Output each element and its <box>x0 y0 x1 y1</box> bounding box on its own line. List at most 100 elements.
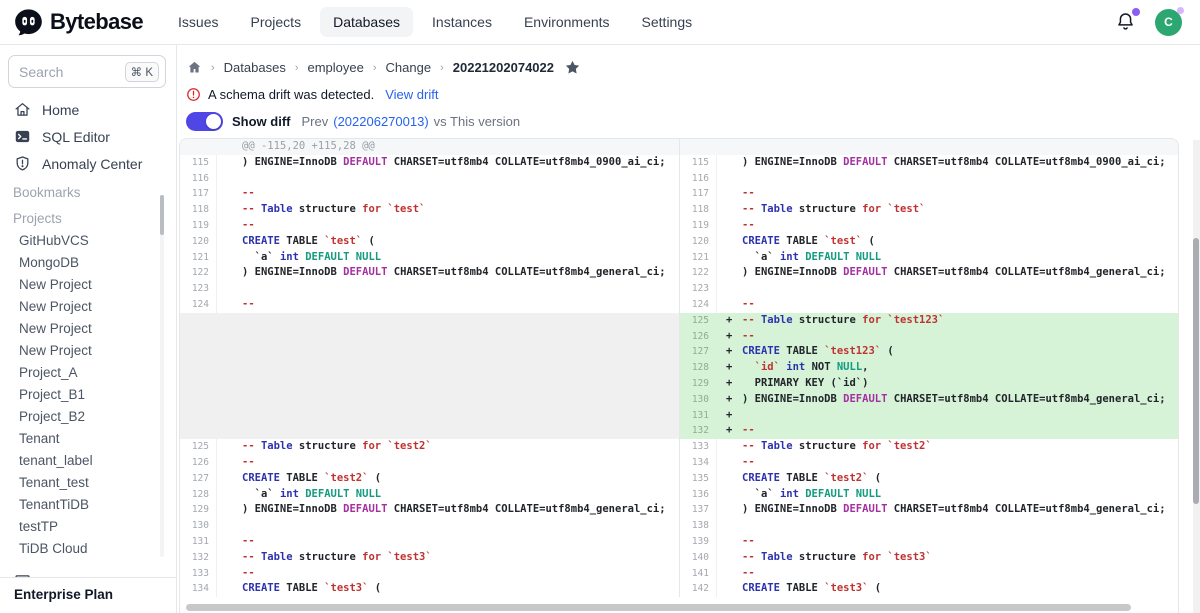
nav-item-settings[interactable]: Settings <box>629 7 706 37</box>
diff-row-ctx: 121 `a` int DEFAULT NULL <box>180 250 679 266</box>
diff-code-line <box>217 408 679 424</box>
sidebar-project-item[interactable]: testTP <box>0 515 176 537</box>
diff-toggle-row: Show diff Prev (202206270013) vs This ve… <box>177 109 1200 131</box>
sidebar-scrollbar-thumb[interactable] <box>160 195 164 235</box>
diff-row-ctx: 123 <box>180 281 679 297</box>
diff-code-line <box>717 139 1178 155</box>
diff-line-number: 134 <box>180 581 217 597</box>
diff-line-number: 134 <box>680 455 717 471</box>
show-diff-label: Show diff <box>232 114 291 129</box>
diff-row-ctx: 131-- <box>180 534 679 550</box>
diff-row-fill <box>180 392 679 408</box>
nav-item-issues[interactable]: Issues <box>165 7 231 37</box>
sidebar-project-item[interactable]: New Project <box>0 339 176 361</box>
diff-code-line: ) ENGINE=InnoDB DEFAULT CHARSET=utf8mb4 … <box>717 265 1178 281</box>
sidebar-item-sql-editor[interactable]: SQL Editor <box>0 123 176 150</box>
diff-code-line: `a` int DEFAULT NULL <box>217 250 679 266</box>
diff-code-line: -- <box>717 186 1178 202</box>
diff-row-add: 131+ <box>680 408 1178 424</box>
diff-line-number: 123 <box>680 281 717 297</box>
breadcrumb-employee[interactable]: employee <box>308 60 364 75</box>
show-diff-toggle[interactable] <box>186 112 223 131</box>
breadcrumb-change[interactable]: Change <box>386 60 432 75</box>
diff-row-ctx: 124-- <box>680 297 1178 313</box>
diff-row-ctx: 115) ENGINE=InnoDB DEFAULT CHARSET=utf8m… <box>180 155 679 171</box>
diff-line-number: 129 <box>180 502 217 518</box>
diff-code-line: -- Table structure for `test2` <box>717 439 1178 455</box>
prev-version-link[interactable]: (202206270013) <box>333 114 428 129</box>
bytebase-logo[interactable]: Bytebase <box>14 8 143 37</box>
sidebar-project-item[interactable]: tenant_label <box>0 449 176 471</box>
sidebar-project-item[interactable]: New Project <box>0 295 176 317</box>
diff-code-line: -- <box>217 534 679 550</box>
diff-added-marker: + <box>726 344 732 360</box>
diff-line-number: 128 <box>180 487 217 503</box>
sql-editor-icon <box>14 128 31 145</box>
diff-row-ctx: 134-- <box>680 455 1178 471</box>
diff-code-line: -- <box>717 218 1178 234</box>
diff-row-fill <box>180 376 679 392</box>
diff-line-number: 124 <box>680 297 717 313</box>
view-drift-link[interactable]: View drift <box>385 87 438 102</box>
header-right: C <box>1115 9 1182 36</box>
nav-item-instances[interactable]: Instances <box>419 7 505 37</box>
diff-line-number: 118 <box>680 202 717 218</box>
sidebar-project-item[interactable]: Tenant_test <box>0 471 176 493</box>
nav-item-projects[interactable]: Projects <box>238 7 315 37</box>
sidebar-project-item[interactable]: MongoDB <box>0 251 176 273</box>
diff-added-marker: + <box>726 329 732 345</box>
diff-line-number: 129 <box>680 376 717 392</box>
page-scrollbar-thumb[interactable] <box>1193 238 1199 504</box>
bookmark-star-icon[interactable] <box>564 59 581 76</box>
search-box[interactable]: ⌘ K <box>8 55 166 88</box>
diff-code-line <box>217 392 679 408</box>
diff-code-line: CREATE TABLE `test3` ( <box>217 581 679 597</box>
diff-pane-left: @@ -115,20 +115,28 @@115) ENGINE=InnoDB … <box>180 139 679 597</box>
avatar-letter: C <box>1164 15 1173 29</box>
sidebar-project-item[interactable]: Project_B1 <box>0 383 176 405</box>
breadcrumb-databases[interactable]: Databases <box>224 60 286 75</box>
diff-line-number: 127 <box>180 471 217 487</box>
nav-item-environments[interactable]: Environments <box>511 7 623 37</box>
sidebar-project-item[interactable]: New Project <box>0 273 176 295</box>
sidebar-project-item[interactable]: Project_A <box>0 361 176 383</box>
vs-this-version-label: vs This version <box>434 114 520 129</box>
nav-item-databases[interactable]: Databases <box>320 7 413 37</box>
notification-dot <box>1132 8 1140 16</box>
diff-row-add: 129+ PRIMARY KEY (`id`) <box>680 376 1178 392</box>
breadcrumb-separator: › <box>440 62 444 74</box>
diff-row-ctx: 130 <box>180 518 679 534</box>
diff-code-line: -- <box>217 297 679 313</box>
diff-code-line <box>217 281 679 297</box>
sidebar-project-item[interactable]: Project_B2 <box>0 405 176 427</box>
diff-row-fill <box>180 408 679 424</box>
diff-row-ctx: 118-- Table structure for `test` <box>680 202 1178 218</box>
sidebar-item-anomaly-center[interactable]: Anomaly Center <box>0 150 176 177</box>
sidebar-project-item[interactable]: Tenant <box>0 427 176 449</box>
sidebar-item-home[interactable]: Home <box>0 96 176 123</box>
diff-code-line <box>217 344 679 360</box>
diff-line-number: 128 <box>680 360 717 376</box>
sidebar-project-item[interactable]: GitHubVCS <box>0 229 176 251</box>
sidebar-project-item[interactable]: TiDB Cloud <box>0 537 176 559</box>
notifications-button[interactable] <box>1115 11 1137 33</box>
diff-row-add: 132+-- <box>680 423 1178 439</box>
sidebar-project-item[interactable]: New Project <box>0 317 176 339</box>
diff-panes: @@ -115,20 +115,28 @@115) ENGINE=InnoDB … <box>180 139 1178 597</box>
diff-horizontal-scrollbar-thumb[interactable] <box>186 604 1131 611</box>
diff-code-line: CREATE TABLE `test` ( <box>717 234 1178 250</box>
diff-row-ctx: 122) ENGINE=InnoDB DEFAULT CHARSET=utf8m… <box>680 265 1178 281</box>
diff-line-number: 137 <box>680 502 717 518</box>
search-input[interactable] <box>19 64 105 80</box>
breadcrumb-home-icon[interactable] <box>187 60 202 75</box>
diff-row-ctx: 117-- <box>180 186 679 202</box>
diff-line-number <box>180 313 217 329</box>
avatar[interactable]: C <box>1155 9 1182 36</box>
sidebar-project-item[interactable]: TenantTiDB <box>0 493 176 515</box>
breadcrumb-version[interactable]: 20221202074022 <box>453 60 554 75</box>
search-shortcut-kbd: ⌘ K <box>125 62 159 82</box>
diff-row-ctx: 138 <box>680 518 1178 534</box>
diff-row-ctx: 125-- Table structure for `test2` <box>180 439 679 455</box>
diff-row-ctx: 126-- <box>180 455 679 471</box>
diff-code-line <box>717 518 1178 534</box>
